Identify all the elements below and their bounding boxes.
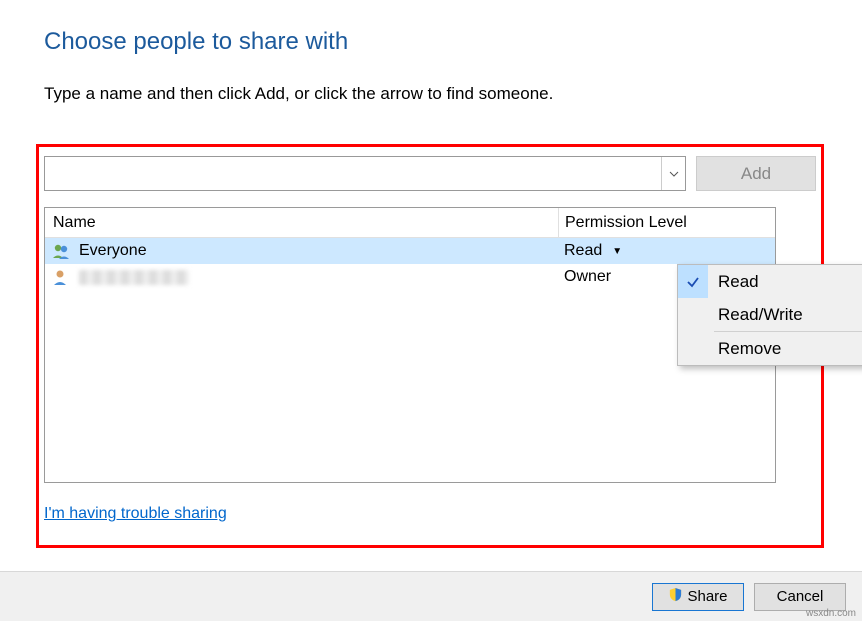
check-placeholder — [678, 298, 708, 331]
permission-value: Read — [564, 242, 602, 260]
menu-item-label: Read/Write — [708, 305, 862, 325]
menu-item-remove[interactable]: Remove — [678, 332, 862, 365]
share-button-label: Share — [687, 588, 727, 605]
chevron-down-icon — [668, 168, 680, 180]
combo-dropdown-arrow[interactable] — [661, 157, 685, 190]
chevron-down-icon: ▼ — [612, 246, 622, 257]
shield-icon — [668, 587, 683, 606]
name-input[interactable] — [45, 157, 661, 190]
column-header-permission[interactable]: Permission Level — [558, 208, 775, 237]
menu-item-label: Remove — [708, 339, 862, 359]
permission-menu: Read Read/Write Remove — [677, 264, 862, 366]
menu-item-read[interactable]: Read — [678, 265, 862, 298]
check-icon — [678, 265, 708, 298]
menu-item-readwrite[interactable]: Read/Write — [678, 298, 862, 331]
user-icon — [51, 268, 73, 286]
menu-item-label: Read — [708, 272, 862, 292]
watermark: wsxdn.com — [806, 608, 856, 619]
row-name-label-redacted — [79, 270, 189, 285]
table-row[interactable]: Everyone Read ▼ — [45, 238, 775, 264]
table-header: Name Permission Level — [45, 208, 775, 238]
dialog-footer: Share Cancel — [0, 571, 862, 621]
cancel-button[interactable]: Cancel — [754, 583, 846, 611]
name-combobox[interactable] — [44, 156, 686, 191]
dialog-title: Choose people to share with — [44, 28, 822, 56]
column-header-name[interactable]: Name — [45, 214, 558, 232]
permission-dropdown[interactable]: Read ▼ — [558, 242, 775, 260]
check-placeholder — [678, 332, 708, 365]
dialog-subtitle: Type a name and then click Add, or click… — [44, 84, 822, 104]
user-list-table: Name Permission Level Everyone Read ▼ — [44, 207, 776, 483]
add-button[interactable]: Add — [696, 156, 816, 191]
trouble-sharing-link[interactable]: I'm having trouble sharing — [44, 505, 227, 523]
group-icon — [51, 242, 73, 260]
table-row[interactable]: Owner — [45, 264, 775, 290]
share-button[interactable]: Share — [652, 583, 744, 611]
row-name-label: Everyone — [79, 242, 147, 260]
